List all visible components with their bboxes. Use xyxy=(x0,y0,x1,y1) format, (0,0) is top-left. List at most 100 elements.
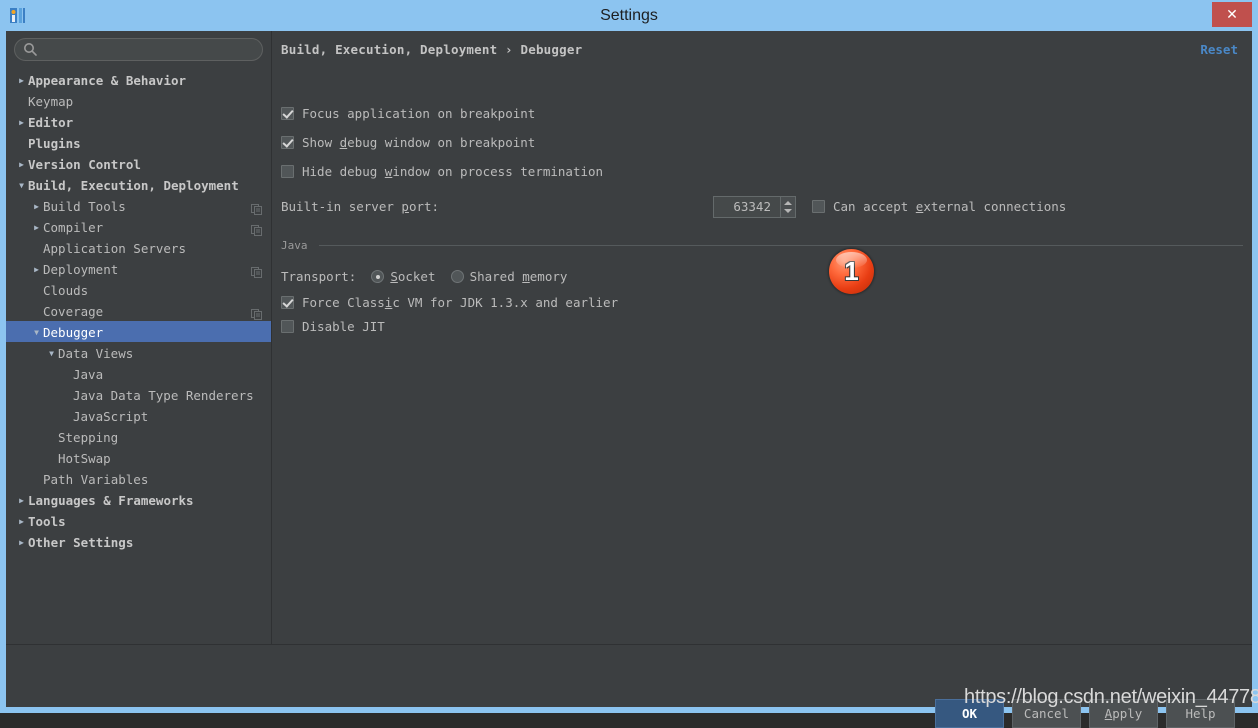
chevron-right-icon[interactable]: ▶ xyxy=(15,532,28,553)
no-twisty[interactable] xyxy=(30,301,43,322)
sidebar-item-keymap[interactable]: Keymap xyxy=(6,90,271,111)
sidebar-item-label: Application Servers xyxy=(43,241,186,256)
no-twisty[interactable] xyxy=(30,469,43,490)
label-text: Disable JIT xyxy=(302,319,385,334)
sidebar-item-hotswap[interactable]: HotSwap xyxy=(6,447,271,468)
copy-settings-icon[interactable] xyxy=(251,200,262,215)
checkbox-row-hide-debug-window[interactable]: Hide debug window on process termination xyxy=(281,163,603,181)
transport-shared-memory-radio[interactable] xyxy=(450,270,464,283)
sidebar-item-label: HotSwap xyxy=(58,451,111,466)
mnemonic-letter: m xyxy=(522,269,530,284)
sidebar-item-editor[interactable]: ▶ Editor xyxy=(6,111,271,132)
sidebar-item-label: Data Views xyxy=(58,346,134,361)
chevron-down-icon[interactable]: ▼ xyxy=(15,175,28,196)
builtin-server-port-stepper[interactable]: 63342 xyxy=(713,196,796,218)
sidebar-item-tools[interactable]: ▶ Tools xyxy=(6,510,271,531)
chevron-right-icon[interactable]: ▶ xyxy=(30,196,43,217)
no-twisty[interactable] xyxy=(60,364,73,385)
sidebar-item-stepping[interactable]: Stepping xyxy=(6,426,271,447)
chevron-right-icon[interactable]: ▶ xyxy=(15,490,28,511)
sidebar-item-coverage[interactable]: Coverage xyxy=(6,300,271,321)
label-text: emory xyxy=(529,269,568,284)
window-title: Settings xyxy=(600,7,658,24)
sidebar-item-appearance-behavior[interactable]: ▶ Appearance & Behavior xyxy=(6,69,271,90)
sidebar-item-deployment[interactable]: ▶ Deployment xyxy=(6,258,271,279)
sidebar-item-java[interactable]: Java xyxy=(6,363,271,384)
chevron-up-icon[interactable] xyxy=(784,201,792,205)
sidebar-item-application-servers[interactable]: Application Servers xyxy=(6,237,271,258)
chevron-right-icon[interactable]: ▶ xyxy=(15,112,28,133)
sidebar-item-label: Compiler xyxy=(43,220,104,235)
label-text: c VM for JDK 1.3.x and earlier xyxy=(392,295,619,310)
chevron-right-icon[interactable]: ▶ xyxy=(15,154,28,175)
checkbox-row-can-accept-external-connections[interactable]: Can accept external connections xyxy=(812,198,1066,216)
hide-debug-window-checkbox-label: Hide debug window on process termination xyxy=(302,164,603,179)
show-debug-window-checkbox[interactable] xyxy=(281,136,294,149)
sidebar-item-label: Deployment xyxy=(43,262,119,277)
search-box[interactable] xyxy=(14,38,263,61)
no-twisty[interactable] xyxy=(60,385,73,406)
copy-settings-icon[interactable] xyxy=(251,305,262,320)
no-twisty[interactable] xyxy=(30,238,43,259)
settings-content-pane: Build, Execution, Deployment › Debugger … xyxy=(272,31,1252,645)
can-accept-external-connections-checkbox[interactable] xyxy=(812,200,825,213)
hide-debug-window-checkbox[interactable] xyxy=(281,165,294,178)
dialog-body: ▶ Appearance & Behavior Keymap ▶ Editor Plu… xyxy=(6,31,1252,728)
sidebar-item-javascript[interactable]: JavaScript xyxy=(6,405,271,426)
transport-label: Transport: xyxy=(281,269,357,284)
chevron-right-icon[interactable]: ▶ xyxy=(30,259,43,280)
sidebar-item-other-settings[interactable]: ▶ Other Settings xyxy=(6,531,271,552)
sidebar-item-label: Build Tools xyxy=(43,199,126,214)
focus-application-checkbox[interactable] xyxy=(281,107,294,120)
no-twisty[interactable] xyxy=(15,133,28,154)
transport-row[interactable]: Transport: Socket Shared memory xyxy=(281,268,567,286)
group-divider xyxy=(319,245,1243,246)
chevron-down-icon[interactable]: ▼ xyxy=(30,322,43,343)
reset-link[interactable]: Reset xyxy=(1200,42,1238,57)
builtin-server-port-value[interactable]: 63342 xyxy=(714,197,776,217)
sidebar-item-java-data-type-renderers[interactable]: Java Data Type Renderers xyxy=(6,384,271,405)
no-twisty[interactable] xyxy=(45,427,58,448)
chevron-right-icon[interactable]: ▶ xyxy=(15,511,28,532)
focus-application-checkbox-label: Focus application on breakpoint xyxy=(302,106,535,121)
no-twisty[interactable] xyxy=(15,91,28,112)
checkbox-row-disable-jit[interactable]: Disable JIT xyxy=(281,318,385,336)
settings-sidebar: ▶ Appearance & Behavior Keymap ▶ Editor Plu… xyxy=(6,31,272,645)
checkbox-row-focus-application[interactable]: Focus application on breakpoint xyxy=(281,105,535,123)
sidebar-item-debugger[interactable]: ▼ Debugger xyxy=(6,321,271,342)
label-text: Force Class xyxy=(302,295,385,310)
close-icon[interactable]: ✕ xyxy=(1212,2,1252,27)
copy-settings-icon[interactable] xyxy=(251,221,262,236)
sidebar-item-compiler[interactable]: ▶ Compiler xyxy=(6,216,271,237)
no-twisty[interactable] xyxy=(30,280,43,301)
sidebar-item-label: Clouds xyxy=(43,283,89,298)
chevron-down-icon[interactable] xyxy=(784,209,792,213)
chevron-down-icon[interactable]: ▼ xyxy=(45,343,58,364)
chevron-right-icon[interactable]: ▶ xyxy=(30,217,43,238)
copy-settings-icon[interactable] xyxy=(251,263,262,278)
no-twisty[interactable] xyxy=(60,406,73,427)
watermark-text: https://blog.csdn.net/weixin_44778952 xyxy=(964,686,1258,708)
disable-jit-checkbox[interactable] xyxy=(281,320,294,333)
force-classic-vm-checkbox[interactable] xyxy=(281,296,294,309)
sidebar-item-plugins[interactable]: Plugins xyxy=(6,132,271,153)
settings-tree[interactable]: ▶ Appearance & Behavior Keymap ▶ Editor Plu… xyxy=(6,69,271,552)
sidebar-item-languages-frameworks[interactable]: ▶ Languages & Frameworks xyxy=(6,489,271,510)
search-input[interactable] xyxy=(14,38,263,61)
sidebar-item-data-views[interactable]: ▼ Data Views xyxy=(6,342,271,363)
chevron-right-icon[interactable]: ▶ xyxy=(15,70,28,91)
sidebar-item-version-control[interactable]: ▶ Version Control xyxy=(6,153,271,174)
sidebar-item-build-execution-deployment[interactable]: ▼ Build, Execution, Deployment xyxy=(6,174,271,195)
label-text: Can accept xyxy=(833,199,916,214)
sidebar-item-label: Tools xyxy=(28,514,66,529)
sidebar-item-build-tools[interactable]: ▶ Build Tools xyxy=(6,195,271,216)
sidebar-item-label: Debugger xyxy=(43,325,104,340)
sidebar-item-path-variables[interactable]: Path Variables xyxy=(6,468,271,489)
sidebar-item-clouds[interactable]: Clouds xyxy=(6,279,271,300)
checkbox-row-show-debug-window[interactable]: Show debug window on breakpoint xyxy=(281,134,535,152)
transport-socket-radio[interactable] xyxy=(371,270,385,283)
checkbox-row-force-classic-vm[interactable]: Force Classic VM for JDK 1.3.x and earli… xyxy=(281,294,618,312)
no-twisty[interactable] xyxy=(45,448,58,469)
spinner-arrows[interactable] xyxy=(780,197,795,217)
sidebar-item-label: JavaScript xyxy=(73,409,149,424)
